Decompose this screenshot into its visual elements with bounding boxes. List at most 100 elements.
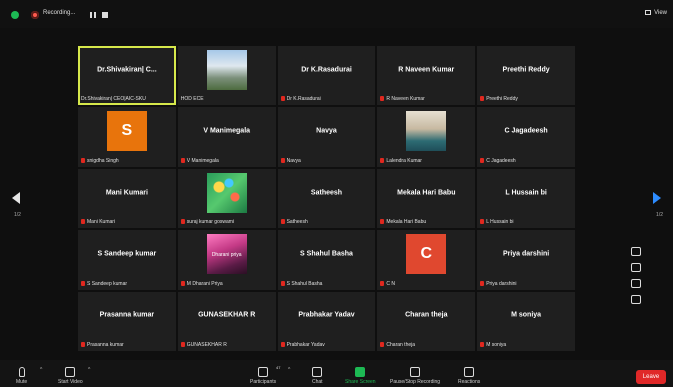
security-shield-icon[interactable]	[11, 11, 19, 19]
participant-tile[interactable]: Satheesh Satheesh	[277, 168, 376, 229]
chat-label: Chat	[312, 379, 323, 385]
settings-icon[interactable]	[631, 295, 641, 304]
participant-name-label: M Dharani Priya	[180, 280, 223, 287]
participant-tile[interactable]: Prasanna kumar Prasanna kumar	[78, 291, 176, 351]
camera-icon[interactable]	[631, 247, 641, 256]
muted-mic-icon	[280, 96, 285, 102]
participant-name-label: HOD ECE	[181, 96, 204, 102]
participant-label-text: Lalendra Kumar	[386, 157, 422, 164]
audio-options-caret[interactable]: ^	[40, 367, 42, 373]
participant-label-text: Preethi Reddy	[486, 96, 518, 103]
stop-recording-icon[interactable]	[102, 12, 108, 18]
muted-mic-icon	[81, 157, 85, 163]
participant-tile[interactable]: R Naveen Kumar R Naveen Kumar	[377, 46, 476, 106]
participant-name-label: Prabhakar Yadav	[280, 342, 325, 348]
participant-display-name: Dr.Shivakiran| C...	[97, 66, 157, 74]
participant-name-label: Dr K.Rasadurai	[280, 96, 321, 102]
participant-display-name: V Manimegala	[203, 127, 251, 135]
participant-name-label: Dr.Shivakiran| CEO|AIC-SKU	[81, 96, 146, 102]
participant-tile[interactable]: Mani Kumari Mani Kumari	[78, 168, 176, 229]
mute-button[interactable]: Mute	[16, 367, 27, 385]
participant-label-text: Priya darshini	[486, 280, 517, 287]
pause-recording-icon[interactable]	[90, 12, 96, 18]
participant-tile[interactable]: M soniya M soniya	[477, 291, 575, 351]
participant-tile[interactable]: Preethi Reddy Preethi Reddy	[477, 46, 575, 106]
view-button-label: View	[654, 10, 667, 16]
recording-icon	[31, 11, 39, 19]
participant-name-label: S Sandeep kumar	[81, 280, 128, 287]
share-icon[interactable]	[631, 279, 641, 288]
participant-video	[206, 49, 247, 90]
muted-mic-icon	[180, 219, 185, 225]
muted-mic-icon	[180, 157, 185, 163]
participant-display-name: R Naveen Kumar	[398, 66, 455, 74]
participant-tile[interactable]: S Shahul Basha S Shahul Basha	[277, 230, 376, 290]
start-video-button[interactable]: Start Video	[58, 367, 83, 385]
reactions-icon	[464, 367, 475, 377]
participant-tile[interactable]: V Manimegala V Manimegala	[177, 107, 276, 167]
participants-button[interactable]: Participants	[250, 367, 276, 385]
participant-display-name: S Shahul Basha	[300, 250, 353, 258]
participant-tile[interactable]: S Sandeep kumar S Sandeep kumar	[78, 230, 176, 290]
muted-mic-icon	[81, 280, 85, 286]
participant-tile[interactable]: Charan theja Charan theja	[377, 291, 476, 351]
share-screen-button[interactable]: Share Screen	[345, 367, 376, 385]
participant-name-label: Mani Kumari	[81, 219, 115, 225]
avatar: C	[406, 233, 447, 274]
previous-page-arrow[interactable]	[12, 192, 20, 204]
participant-tile[interactable]: Prabhakar Yadav Prabhakar Yadav	[277, 291, 376, 351]
participant-tile[interactable]: Priya darshini Priya darshini	[477, 230, 575, 290]
muted-mic-icon	[280, 280, 285, 286]
view-button[interactable]: View	[645, 10, 667, 16]
participant-label-text: C Jagadeesh	[486, 157, 516, 164]
participant-name-label: Preethi Reddy	[480, 96, 518, 102]
muted-mic-icon	[480, 96, 485, 102]
participant-name-label: L Hussain bi	[480, 219, 514, 226]
pause-stop-recording-button[interactable]: Pause/Stop Recording	[390, 367, 440, 385]
participants-options-caret[interactable]: ^	[288, 367, 290, 373]
participant-label-text: M soniya	[486, 342, 507, 348]
chat-button[interactable]: Chat	[312, 367, 323, 385]
video-options-caret[interactable]: ^	[88, 367, 90, 373]
participant-display-name: Preethi Reddy	[502, 66, 550, 74]
participant-tile[interactable]: Mekala Hari Babu Mekala Hari Babu	[377, 168, 476, 229]
participant-label-text: L Hussain bi	[486, 219, 514, 226]
participants-icon	[258, 367, 269, 377]
muted-mic-icon	[380, 157, 385, 163]
muted-mic-icon	[480, 157, 485, 163]
video-icon[interactable]	[631, 263, 641, 272]
reactions-button[interactable]: Reactions	[458, 367, 480, 385]
participant-tile[interactable]: GUNASEKHAR R GUNASEKHAR R	[177, 291, 276, 351]
participant-label-text: Prasanna kumar	[87, 342, 124, 348]
participant-tile[interactable]: C C N	[377, 230, 476, 290]
participant-grid: Dr.Shivakiran| C... Dr.Shivakiran| CEO|AI…	[78, 46, 575, 351]
participant-tile[interactable]: Dr K.Rasadurai Dr K.Rasadurai	[277, 46, 376, 106]
next-page-arrow[interactable]	[653, 192, 661, 204]
participant-tile[interactable]: Navya Navya	[277, 107, 376, 167]
leave-button[interactable]: Leave	[636, 370, 666, 384]
participant-name-label: Charan theja	[380, 342, 415, 348]
participant-tile[interactable]: HOD ECE	[177, 46, 276, 106]
participant-name-label: Prasanna kumar	[81, 342, 124, 348]
participant-label-text: snigdha Singh	[87, 157, 119, 164]
top-bar: Recording... View	[0, 0, 673, 28]
participant-tile[interactable]: Dr.Shivakiran| C... Dr.Shivakiran| CEO|AI…	[78, 46, 176, 106]
chat-icon	[312, 367, 323, 377]
participant-tile[interactable]: suraj kumar goswami	[177, 168, 276, 229]
participant-tile[interactable]: C Jagadeesh C Jagadeesh	[477, 107, 575, 167]
participant-tile[interactable]: Dharani priya M Dharani Priya	[177, 230, 276, 290]
participants-label: Participants	[250, 379, 277, 385]
participant-tile[interactable]: Ssnigdha Singh	[78, 107, 176, 167]
microphone-icon	[18, 367, 25, 377]
participant-display-name: S Sandeep kumar	[97, 250, 157, 258]
participant-display-name: Prabhakar Yadav	[298, 311, 355, 319]
muted-mic-icon	[480, 342, 485, 347]
grid-view-icon	[645, 10, 652, 15]
video-caption: Dharani priya	[211, 251, 242, 258]
participant-display-name: Mekala Hari Babu	[397, 189, 456, 197]
participant-tile[interactable]: Lalendra Kumar	[377, 107, 476, 167]
participant-tile[interactable]: L Hussain bi L Hussain bi	[477, 168, 575, 229]
participant-label-text: S Sandeep kumar	[87, 280, 128, 287]
participant-display-name: Navya	[316, 127, 337, 135]
participant-display-name: M soniya	[511, 311, 542, 319]
